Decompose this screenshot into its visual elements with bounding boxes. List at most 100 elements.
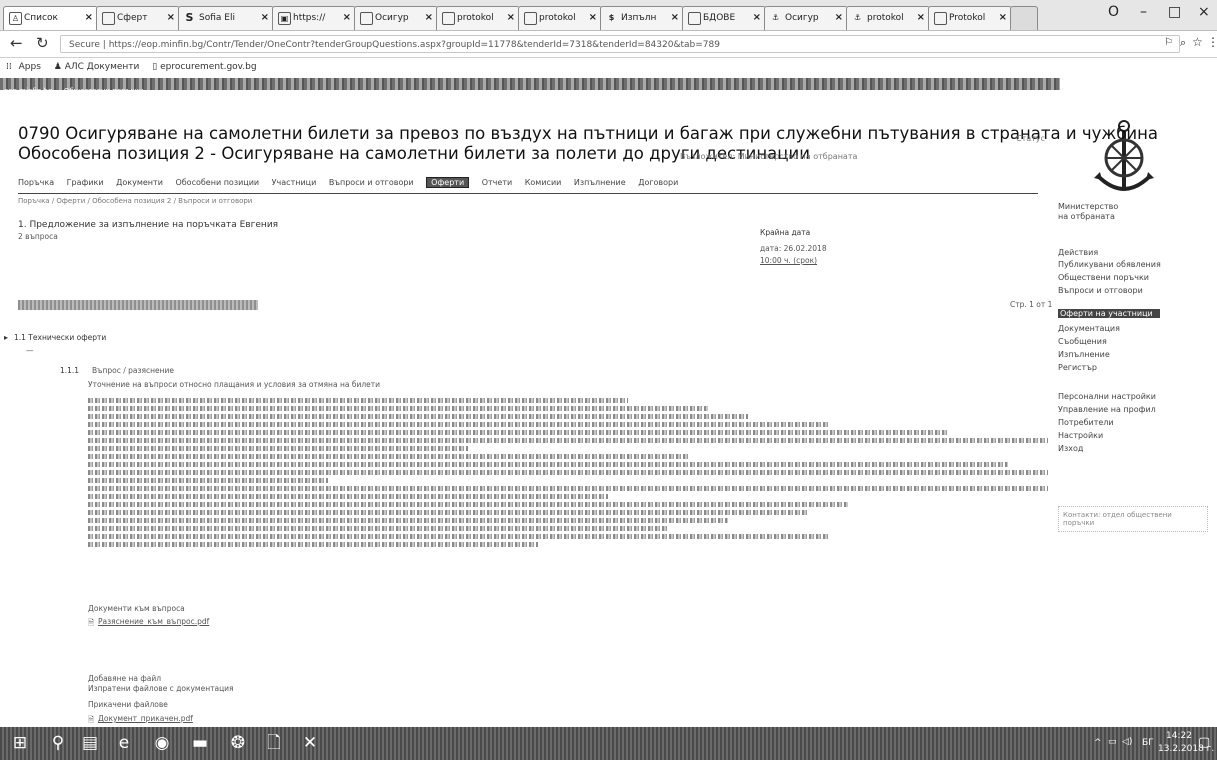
browser-tab[interactable]: ♙ Список × [3, 6, 98, 30]
close-icon[interactable]: × [753, 7, 761, 29]
sidebar-item-preferences[interactable]: Настройки [1058, 431, 1103, 440]
maximize-icon[interactable]: □ [1168, 4, 1181, 20]
browser-tab[interactable]: ▣ https://× [272, 6, 356, 30]
browser-tab[interactable]: Осигур × [354, 6, 438, 30]
tab-questions[interactable]: Въпроси и отговори [329, 178, 414, 187]
attachment-link[interactable]: Разяснение_към_въпрос.pdf [98, 617, 209, 626]
url-input[interactable]: Secure | https://eop.minfin.bg/Contr/Ten… [60, 35, 1180, 53]
close-icon[interactable]: × [671, 7, 679, 29]
tab-participants[interactable]: Участници [272, 178, 317, 187]
text-line [88, 414, 748, 419]
bookmark-docs[interactable]: АЛС Документи [65, 62, 140, 72]
close-icon[interactable]: × [425, 7, 433, 29]
collapsed-sub: — [26, 346, 34, 355]
browser-tab[interactable]: БДОВЕ × [682, 6, 766, 30]
reload-icon[interactable]: ↻ [36, 34, 49, 52]
page-title: 0790 Осигуряване на самолетни билети за … [18, 124, 1159, 143]
divider [18, 193, 1038, 194]
footer-link[interactable]: Документ_прикачен.pdf [98, 714, 193, 723]
sidebar-item-execution[interactable]: Изпълнение [1058, 350, 1110, 359]
word-icon[interactable]: 🗋 [264, 733, 284, 753]
bookmark-apps[interactable]: Apps [19, 62, 41, 72]
sidebar-item-register[interactable]: Регистър [1058, 363, 1097, 372]
network-icon[interactable]: ▭ [1108, 737, 1117, 747]
title-aside: Възложител: Министерство на отбраната [680, 152, 858, 161]
browser-tab[interactable]: protokol × [436, 6, 520, 30]
browser-tab[interactable]: $ Изпълн × [600, 6, 684, 30]
task-view-icon[interactable]: ▤ [80, 733, 100, 753]
sidebar-item-logout[interactable]: Изход [1058, 444, 1083, 453]
sidebar-item-documents[interactable]: Документация [1058, 324, 1120, 333]
sidebar-item-procurements[interactable]: Обществени поръчки [1058, 273, 1149, 282]
sidebar-item-settings[interactable]: Персонални настройки [1058, 392, 1156, 401]
windows-start-icon[interactable]: ⊞ [10, 733, 30, 753]
explorer-icon[interactable]: ▬ [190, 733, 210, 753]
menu-icon[interactable]: ⋮ [1207, 35, 1217, 49]
profile-icon[interactable]: O [1108, 4, 1119, 20]
close-icon[interactable]: × [343, 7, 351, 29]
collapsed-title[interactable]: 1.1 Технически оферти [14, 333, 106, 342]
sidebar-item-offers[interactable]: Оферти на участници [1058, 309, 1160, 318]
close-icon[interactable]: × [999, 7, 1007, 29]
browser-tab[interactable]: protokol × [518, 6, 602, 30]
text-line [88, 542, 538, 547]
close-icon[interactable]: × [917, 7, 925, 29]
store-icon[interactable]: ❂ [228, 733, 248, 753]
language-indicator[interactable]: БГ [1142, 738, 1154, 748]
close-icon[interactable]: × [85, 7, 93, 29]
tab-commissions[interactable]: Комисии [525, 178, 562, 187]
tray-up-icon[interactable]: ^ [1094, 738, 1102, 748]
tab-contracts[interactable]: Договори [638, 178, 678, 187]
image-icon: ▣ [278, 12, 291, 25]
volume-icon[interactable]: ◁) [1122, 737, 1132, 747]
tab-reports[interactable]: Отчети [482, 178, 512, 187]
excel-icon[interactable]: ✕ [300, 733, 320, 753]
sidebar-item-actions[interactable]: Действия [1058, 248, 1098, 257]
apps-icon[interactable]: ⁞⁞ [6, 62, 12, 72]
browser-tab[interactable]: ⚓ protokol × [846, 6, 930, 30]
browser-tab[interactable]: ⚓ Осигур × [764, 6, 848, 30]
close-icon[interactable]: × [507, 7, 515, 29]
tab-documents[interactable]: Документи [116, 178, 163, 187]
s-icon: S [185, 11, 194, 24]
browser-tab[interactable]: S Sofia Eli × [178, 6, 274, 30]
tab-execution[interactable]: Изпълнение [574, 178, 626, 187]
tab-lots[interactable]: Обособени позиции [175, 178, 259, 187]
clock-time[interactable]: 14:22 [1166, 731, 1192, 741]
back-icon[interactable]: ← [10, 34, 23, 52]
edge-icon[interactable]: e [114, 733, 134, 753]
star-icon[interactable]: ☆ [1192, 35, 1203, 49]
tab-order[interactable]: Поръчка [18, 178, 54, 187]
search-icon[interactable]: ⌕ [1180, 36, 1186, 50]
close-icon[interactable]: × [835, 7, 843, 29]
text-line [88, 526, 668, 531]
minimize-icon[interactable]: – [1140, 4, 1147, 20]
new-tab-button[interactable] [1010, 6, 1038, 30]
deadline-link[interactable]: 10:00 ч. (срок) [760, 256, 817, 265]
sidebar-item-questions[interactable]: Въпроси и отговори [1058, 286, 1143, 295]
text-line [88, 438, 1048, 443]
close-icon[interactable]: × [167, 7, 175, 29]
footer-label: Прикачени файлове [88, 700, 168, 709]
close-icon[interactable]: × [589, 7, 597, 29]
section-count: 2 въпроса [18, 232, 58, 241]
notifications-icon[interactable]: ▢ [1198, 735, 1210, 750]
browser-tab[interactable]: Сферт × [96, 6, 180, 30]
window-close-icon[interactable]: × [1198, 4, 1210, 20]
text-line [88, 502, 848, 507]
question-number: 1.1.1 [60, 366, 80, 375]
sidebar-item-notices[interactable]: Публикувани обявления [1058, 260, 1161, 269]
collapse-arrow-icon[interactable]: ▸ [4, 333, 8, 342]
chrome-icon[interactable]: ◉ [152, 733, 172, 753]
bookmark-eprocurement[interactable]: eprocurement.gov.bg [160, 62, 256, 72]
page-icon [442, 12, 455, 25]
tab-offers[interactable]: Оферти [426, 177, 470, 188]
close-icon[interactable]: × [261, 7, 269, 29]
tab-schedule[interactable]: Графики [67, 178, 104, 187]
sidebar-item-users[interactable]: Потребители [1058, 418, 1114, 427]
browser-tab[interactable]: Protokol × [928, 6, 1012, 30]
sidebar-item-messages[interactable]: Съобщения [1058, 337, 1107, 346]
sidebar-item-profile[interactable]: Управление на профил [1058, 405, 1156, 414]
translate-icon[interactable]: ⚐ [1164, 37, 1173, 48]
search-icon[interactable]: ⚲ [48, 733, 68, 753]
